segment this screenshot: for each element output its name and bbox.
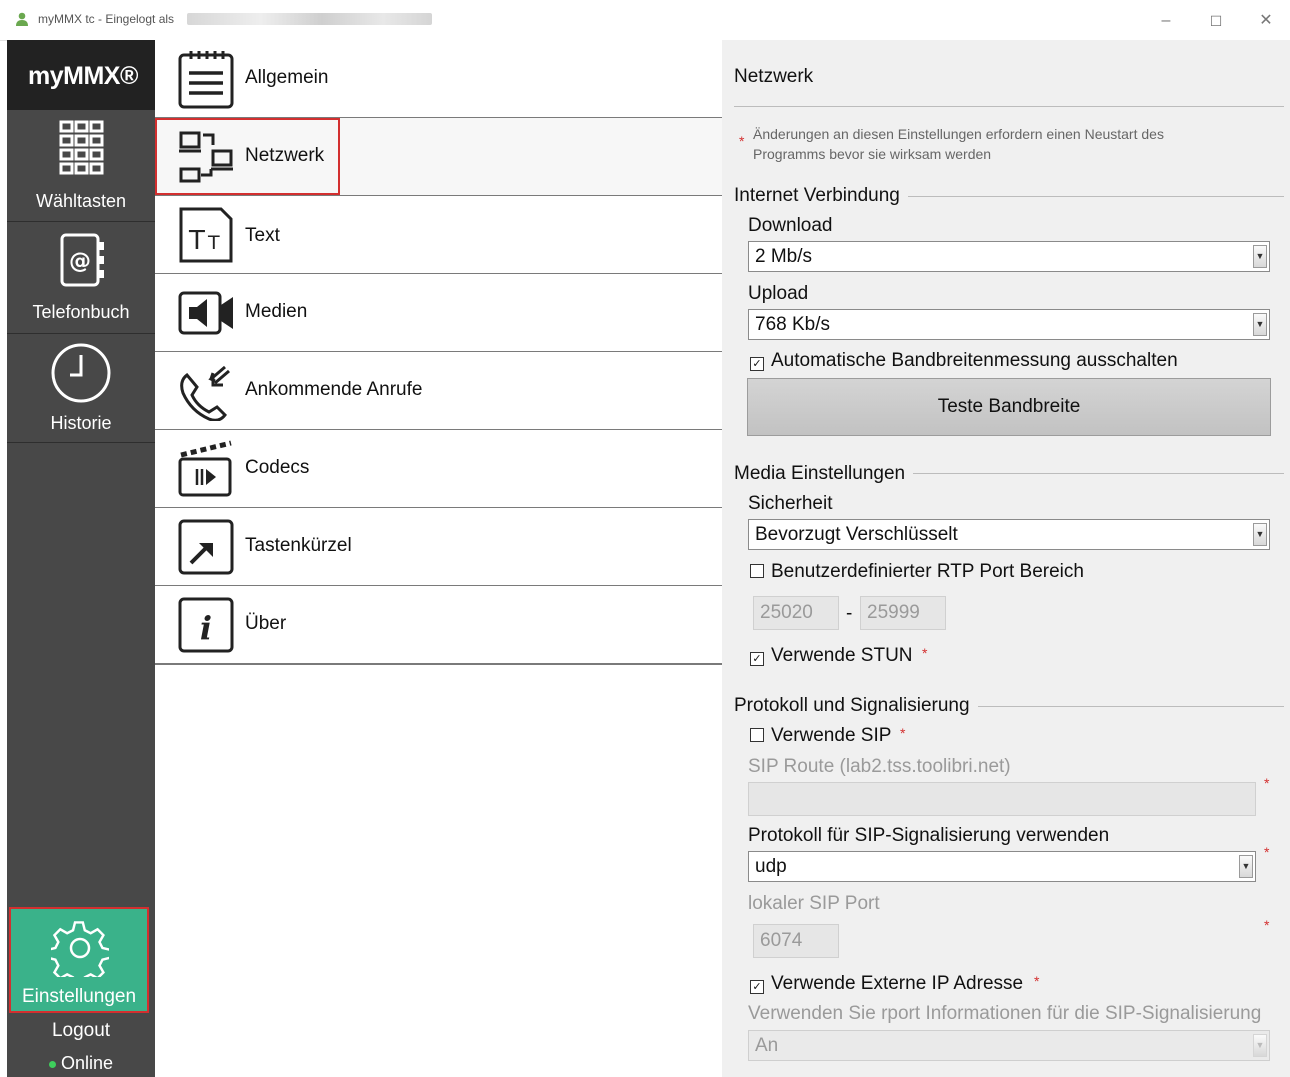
app-logo: myMMX® [7, 40, 155, 110]
sidebar-item-label: Historie [50, 413, 112, 433]
menu-item-medien[interactable]: Medien [155, 274, 722, 353]
sidebar-item-label: Telefonbuch [32, 302, 130, 322]
sidebar-item-history[interactable]: Historie [7, 334, 155, 443]
menu-item-label: Medien [245, 301, 308, 322]
checkbox-checked: ✓ [750, 357, 764, 371]
menu-item-allgemein[interactable]: Allgemein [155, 40, 722, 119]
download-label: Download [748, 215, 833, 236]
checkbox-unchecked [750, 564, 764, 578]
divider [734, 106, 1284, 107]
upload-select[interactable]: 768 Kb/s ▼ [748, 309, 1270, 340]
sidebar-item-settings[interactable]: Einstellungen [9, 907, 149, 1013]
rtp-port-from-input[interactable]: 25020 [753, 596, 839, 630]
stun-checkbox[interactable]: ✓ Verwende STUN [750, 645, 913, 667]
maximize-button[interactable]: ☐ [1196, 8, 1236, 34]
security-label: Sicherheit [748, 493, 833, 514]
required-star: * [1034, 973, 1040, 989]
menu-item-label: Ankommende Anrufe [245, 379, 423, 400]
user-icon [16, 12, 28, 26]
status-indicator: Online [7, 1050, 155, 1077]
status-dot-icon [48, 1060, 56, 1068]
required-star: * [1264, 844, 1270, 860]
info-icon: i [178, 597, 234, 653]
close-button[interactable]: ✕ [1246, 8, 1286, 34]
test-bandwidth-button[interactable]: Teste Bandbreite [747, 378, 1271, 436]
download-select[interactable]: 2 Mb/s ▼ [748, 241, 1270, 272]
section-internet: Internet Verbindung [734, 185, 908, 207]
sidebar-item-dialpad[interactable]: Wähltasten [7, 110, 155, 222]
clapperboard-icon [178, 440, 232, 497]
restart-notice: Änderungen an diesen Einstellungen erfor… [753, 126, 1164, 162]
security-select[interactable]: Bevorzugt Verschlüsselt ▼ [748, 519, 1270, 550]
checkbox-unchecked [750, 728, 764, 742]
sig-protocol-label: Protokoll für SIP-Signalisierung verwend… [748, 825, 1110, 846]
menu-item-ankommende-anrufe[interactable]: Ankommende Anrufe [155, 352, 722, 431]
svg-text:T: T [207, 232, 220, 254]
required-star: * [1264, 775, 1270, 791]
menu-item-codecs[interactable]: Codecs [155, 430, 722, 509]
required-star: * [922, 645, 928, 661]
text-icon: T T [179, 207, 233, 263]
menu-item-tastenkuerzel[interactable]: Tastenkürzel [155, 508, 722, 587]
selected-menu-highlight [155, 118, 340, 195]
sip-checkbox[interactable]: Verwende SIP [750, 725, 891, 747]
chevron-down-icon: ▼ [1253, 523, 1267, 546]
upload-label: Upload [748, 283, 809, 304]
menu-item-ueber[interactable]: i Über [155, 586, 722, 665]
dialpad-icon [59, 120, 104, 175]
document-icon [178, 51, 234, 109]
shortcut-icon [178, 519, 234, 575]
local-port-input[interactable]: 6074 [753, 924, 839, 958]
required-star: * [900, 725, 906, 741]
section-media: Media Einstellungen [734, 463, 914, 485]
redacted-username [187, 13, 432, 25]
title-bar: myMMX tc - Eingelogt als – ☐ ✕ [0, 0, 1290, 41]
menu-item-label: Über [245, 613, 287, 634]
required-star: * [739, 133, 745, 149]
sig-protocol-select[interactable]: udp ▼ [748, 851, 1256, 882]
checkbox-checked: ✓ [750, 652, 764, 666]
speaker-icon [178, 291, 233, 335]
chevron-down-icon: ▼ [1253, 1034, 1267, 1057]
minimize-button[interactable]: – [1146, 8, 1186, 34]
incoming-call-icon [180, 365, 230, 421]
chevron-down-icon: ▼ [1253, 313, 1267, 336]
menu-item-label: Allgemein [245, 67, 329, 88]
rtp-port-to-input[interactable]: 25999 [860, 596, 946, 630]
gear-icon [51, 921, 109, 977]
menu-item-text[interactable]: T T Text [155, 196, 722, 275]
chevron-down-icon: ▼ [1239, 855, 1253, 878]
sidebar-item-label: Einstellungen [21, 986, 137, 1007]
local-port-label: lokaler SIP Port [748, 893, 880, 914]
section-protocol: Protokoll und Signalisierung [734, 695, 978, 717]
chevron-down-icon: ▼ [1253, 245, 1267, 268]
sidebar-item-label: Wähltasten [35, 191, 127, 211]
required-star: * [1264, 917, 1270, 933]
sip-route-label: SIP Route (lab2.tss.toolibri.net) [748, 756, 1011, 777]
menu-item-label: Text [245, 225, 280, 246]
clock-icon [51, 343, 111, 403]
window-title: myMMX tc - Eingelogt als [38, 12, 175, 26]
external-ip-checkbox[interactable]: ✓ Verwende Externe IP Adresse [750, 973, 1023, 995]
phonebook-icon: @ [60, 233, 104, 287]
menu-item-label: Tastenkürzel [245, 535, 352, 556]
svg-text:i: i [200, 609, 212, 647]
rport-select[interactable]: An ▼ [748, 1030, 1270, 1061]
checkbox-checked: ✓ [750, 980, 764, 994]
rtp-port-range-checkbox[interactable]: Benutzerdefinierter RTP Port Bereich [750, 561, 1084, 583]
sip-route-input[interactable] [748, 782, 1256, 816]
sidebar-item-phonebook[interactable]: @ Telefonbuch [7, 222, 155, 334]
svg-text:T: T [188, 226, 205, 256]
svg-text:@: @ [69, 249, 91, 274]
range-separator: - [846, 603, 853, 624]
rport-label: Verwenden Sie rport Informationen für di… [748, 1003, 1262, 1024]
status-text: Online [60, 1053, 114, 1073]
panel-title: Netzwerk [734, 66, 814, 87]
auto-bandwidth-checkbox[interactable]: ✓ Automatische Bandbreitenmessung ausscha… [750, 350, 1178, 372]
logout-button[interactable]: Logout [7, 1016, 155, 1046]
menu-item-label: Codecs [245, 457, 310, 478]
